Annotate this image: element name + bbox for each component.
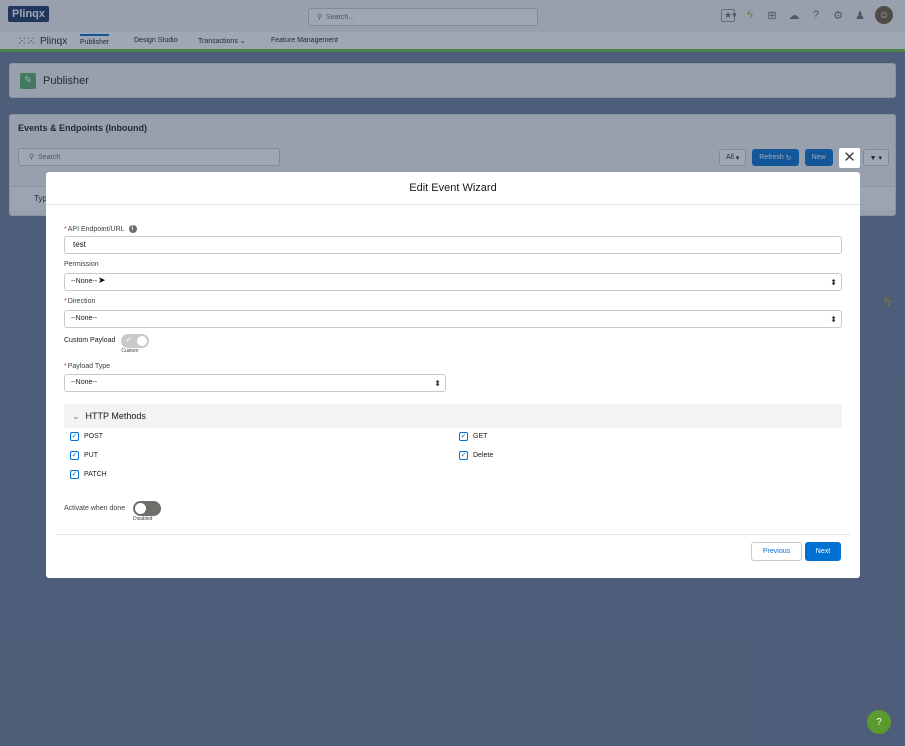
modal-footer-divider bbox=[56, 534, 850, 535]
activate-label: Activate when done bbox=[64, 505, 126, 512]
method-post-checkbox[interactable]: ✓ POST bbox=[70, 432, 103, 441]
select-arrows-icon: ⬍ bbox=[434, 379, 441, 388]
method-post-label: POST bbox=[84, 433, 104, 440]
modal-title: Edit Event Wizard bbox=[46, 172, 860, 205]
api-endpoint-label: *API Endpoint/URL i bbox=[64, 225, 137, 233]
custom-payload-label: Custom Payload bbox=[64, 337, 116, 344]
method-patch-checkbox[interactable]: ✓ PATCH bbox=[70, 470, 107, 479]
method-put-label: PUT bbox=[84, 452, 98, 459]
direction-label: *Direction bbox=[64, 298, 96, 305]
checkbox-icon: ✓ bbox=[459, 451, 468, 460]
custom-payload-caption: Custom bbox=[121, 348, 139, 354]
payload-type-select[interactable]: --None-- ⬍ bbox=[64, 374, 446, 392]
direction-value: --None-- bbox=[71, 315, 98, 322]
direction-select[interactable]: --None-- ⬍ bbox=[64, 310, 842, 328]
checkbox-icon: ✓ bbox=[459, 432, 468, 441]
checkbox-icon: ✓ bbox=[70, 451, 79, 460]
toggle-knob bbox=[137, 336, 148, 346]
api-endpoint-input[interactable]: test bbox=[64, 236, 842, 254]
method-get-checkbox[interactable]: ✓ GET bbox=[459, 432, 487, 441]
permission-value: --None-- bbox=[71, 278, 98, 285]
http-methods-section[interactable]: ⌄ HTTP Methods bbox=[64, 404, 842, 428]
method-patch-label: PATCH bbox=[84, 471, 107, 478]
activate-caption: Disabled bbox=[133, 516, 153, 522]
checkbox-icon: ✓ bbox=[70, 470, 79, 479]
payload-type-label: *Payload Type bbox=[64, 363, 111, 370]
toggle-knob bbox=[135, 503, 146, 514]
mouse-cursor-icon: ➤ bbox=[98, 275, 106, 285]
api-endpoint-label-text: API Endpoint/URL bbox=[67, 225, 125, 233]
check-icon: ✓ bbox=[125, 335, 133, 344]
direction-label-text: Direction bbox=[67, 298, 96, 305]
close-icon[interactable]: ✕ bbox=[839, 148, 860, 168]
permission-select[interactable]: --None-- ⬍ bbox=[64, 273, 842, 291]
previous-button[interactable]: Previous bbox=[751, 542, 802, 561]
checkbox-icon: ✓ bbox=[70, 432, 79, 441]
permission-label: Permission bbox=[64, 261, 99, 268]
edit-event-wizard-modal: Edit Event Wizard *API Endpoint/URL i tes… bbox=[46, 172, 860, 578]
custom-payload-toggle[interactable]: ✓ bbox=[121, 334, 150, 348]
payload-type-value: --None-- bbox=[71, 379, 98, 386]
select-arrows-icon: ⬍ bbox=[830, 315, 837, 324]
select-arrows-icon: ⬍ bbox=[830, 278, 837, 287]
method-delete-label: Delete bbox=[473, 452, 494, 459]
next-button[interactable]: Next bbox=[805, 542, 841, 561]
custom-payload-row: Custom Payload ✓ Custom bbox=[64, 334, 150, 354]
payload-type-label-text: Payload Type bbox=[67, 363, 111, 370]
method-get-label: GET bbox=[473, 433, 488, 440]
info-icon[interactable]: i bbox=[128, 225, 137, 233]
activate-toggle[interactable] bbox=[133, 501, 161, 516]
method-delete-checkbox[interactable]: ✓ Delete bbox=[459, 451, 493, 460]
method-put-checkbox[interactable]: ✓ PUT bbox=[70, 451, 98, 460]
http-methods-title: HTTP Methods bbox=[85, 411, 146, 421]
help-button[interactable]: ? bbox=[867, 710, 891, 734]
chevron-down-icon: ⌄ bbox=[72, 411, 80, 421]
